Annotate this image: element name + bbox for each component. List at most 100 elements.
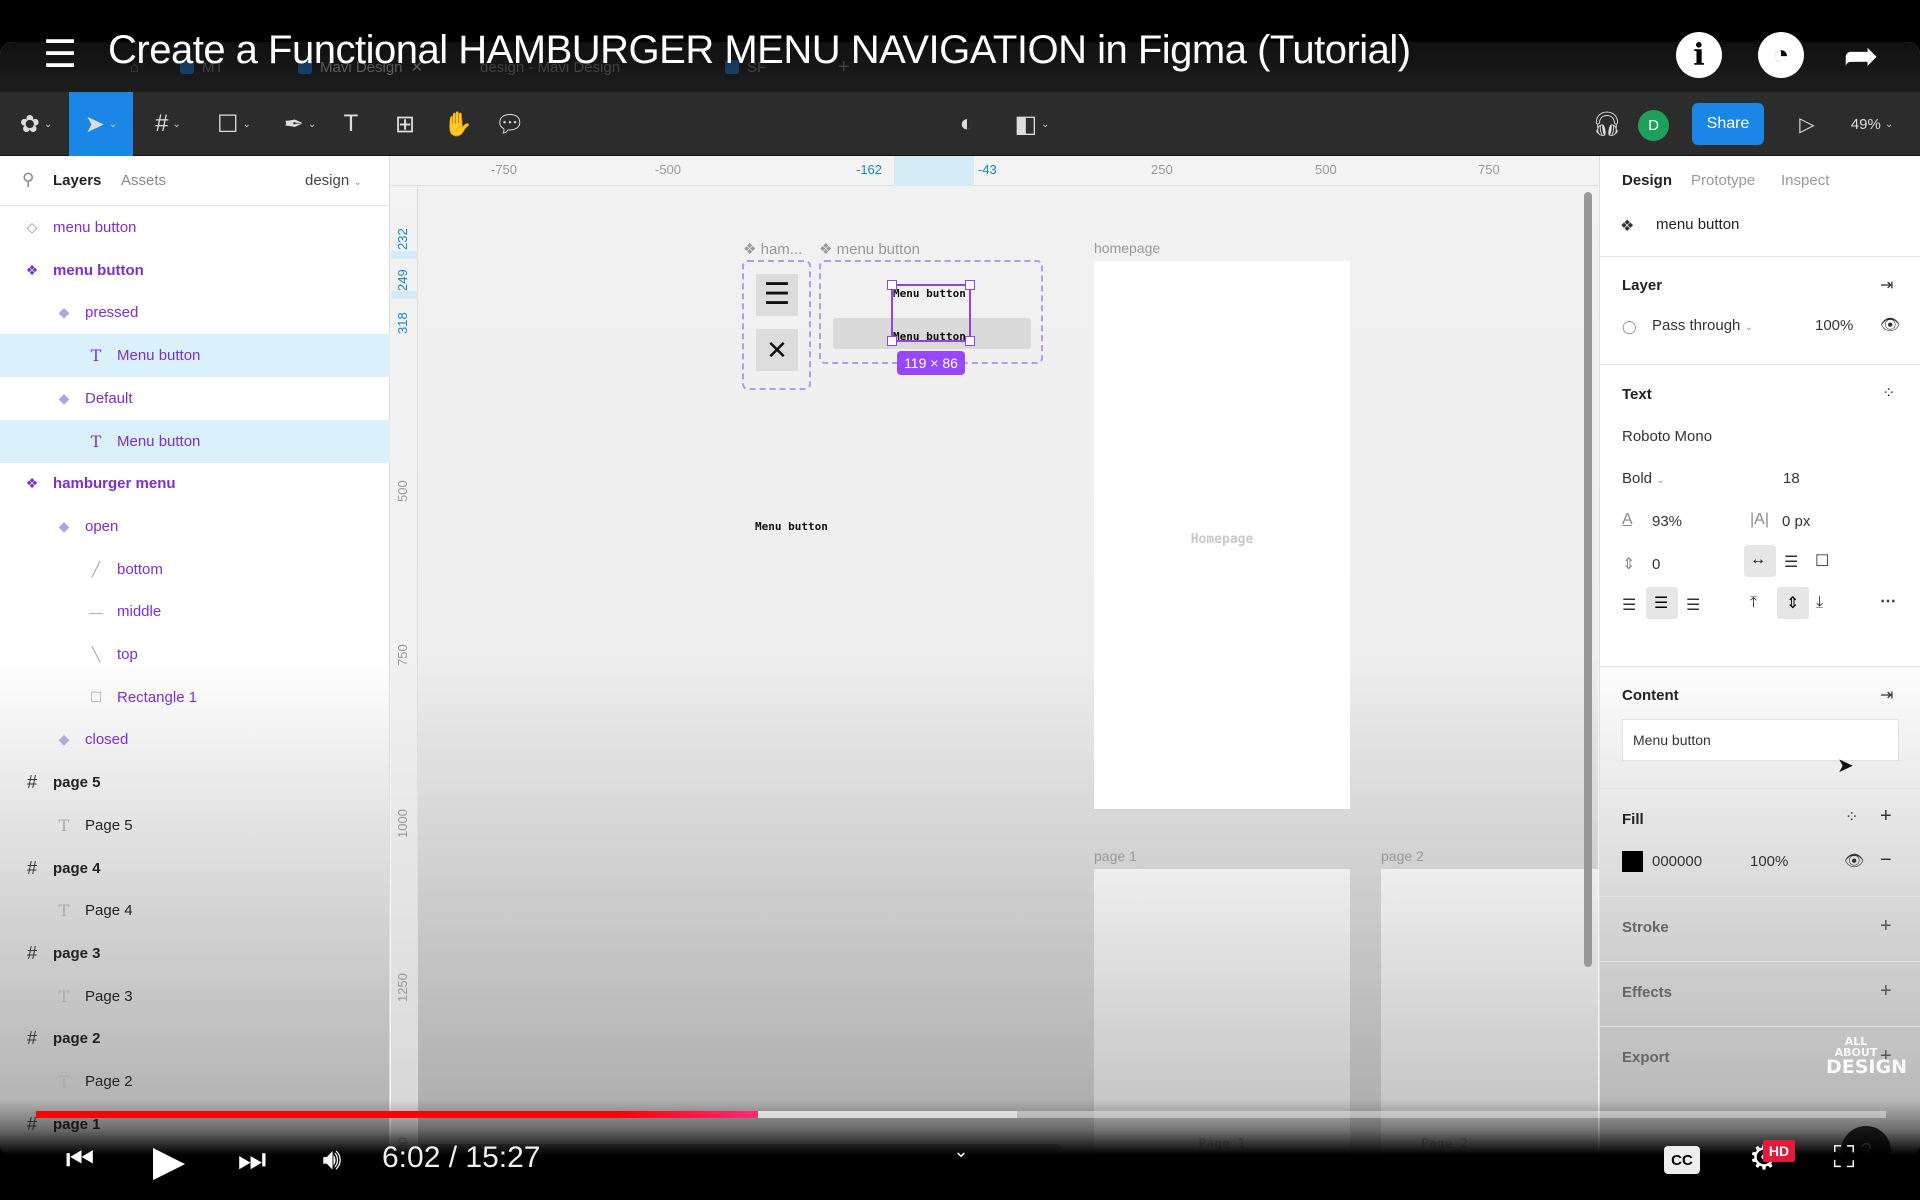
captions-button[interactable]: CC (1664, 1146, 1700, 1174)
volume-icon[interactable]: 🔊︎ (312, 1140, 352, 1180)
bind-variable-icon[interactable]: ⇥ (1880, 685, 1893, 705)
page-selector[interactable]: design ⌄ (305, 172, 362, 189)
rectangle-tool[interactable]: ☐ ⌄ (208, 92, 260, 156)
align-top-icon[interactable]: ⤒ (1750, 594, 1757, 612)
layer-row[interactable]: T Page 4 (0, 889, 390, 932)
add-fill-icon[interactable]: + (1880, 805, 1892, 828)
playlist-icon[interactable]: ☰ (38, 34, 82, 76)
eye-icon[interactable]: 👁︎ (1880, 315, 1900, 335)
boolean-group-button[interactable]: ◧ ⌄ (1008, 92, 1056, 156)
pen-tool[interactable]: ✒ ⌄ (274, 92, 326, 156)
layer-row[interactable]: T Page 2 (0, 1060, 390, 1103)
layer-row[interactable]: — middle (0, 590, 390, 633)
tab-layers[interactable]: Layers (53, 172, 101, 189)
line-height-input[interactable]: 93% (1652, 513, 1682, 530)
layer-row[interactable]: T Page 5 (0, 804, 390, 847)
layer-row[interactable]: T Page 3 (0, 975, 390, 1018)
layer-row[interactable]: # page 3 (0, 932, 390, 975)
layer-row[interactable]: # page 2 (0, 1017, 390, 1060)
layer-row[interactable]: T Menu button (0, 419, 390, 463)
layer-row[interactable]: ☐ Rectangle 1 (0, 676, 390, 719)
play-button-icon[interactable]: ▶ (145, 1136, 193, 1184)
search-icon[interactable]: ⚲ (22, 170, 34, 190)
letter-spacing-input[interactable]: 0 px (1782, 513, 1810, 530)
hamburger-open-variant[interactable]: ☰ (756, 274, 798, 316)
text-tool[interactable]: T (336, 92, 366, 156)
fill-color-swatch[interactable] (1622, 851, 1643, 872)
font-weight-dropdown[interactable]: Bold ⌄ (1622, 470, 1665, 487)
share-button[interactable]: Share (1692, 103, 1764, 145)
video-progress-bar[interactable] (36, 1111, 1886, 1118)
resize-handle[interactable] (887, 280, 897, 290)
blend-mode-dropdown[interactable]: Pass through ⌄ (1652, 317, 1753, 334)
menu-button-component-label[interactable]: ❖ menu button (819, 240, 920, 258)
vertical-scrollbar[interactable] (1584, 192, 1592, 967)
text-styles-grid-icon[interactable]: ⁘ (1882, 383, 1895, 403)
video-title[interactable]: Create a Functional HAMBURGER MENU NAVIG… (108, 28, 1411, 73)
hamburger-component-set[interactable]: ☰ ✕ (742, 260, 811, 390)
tab-assets[interactable]: Assets (121, 172, 166, 189)
align-center-toggle[interactable]: ☰ (1646, 587, 1678, 619)
content-text-input[interactable]: Menu button (1622, 719, 1899, 761)
add-effect-icon[interactable]: + (1880, 980, 1892, 1003)
frame-tool[interactable]: # ⌄ (142, 92, 194, 156)
homepage-frame[interactable]: Homepage (1094, 261, 1350, 809)
move-tool[interactable]: ➤ ⌄ (69, 92, 133, 156)
layer-row[interactable]: # page 5 (0, 761, 390, 804)
align-middle-toggle[interactable]: ⇕ (1777, 587, 1809, 619)
present-button[interactable]: ▷ (1792, 92, 1822, 156)
paragraph-spacing-input[interactable]: 0 (1652, 556, 1660, 573)
remove-fill-icon[interactable]: − (1880, 849, 1892, 872)
detach-variable-icon[interactable]: ⇥ (1880, 275, 1893, 295)
contrast-toggle[interactable]: ◐ (952, 92, 982, 156)
fill-hex-input[interactable]: 000000 (1652, 853, 1702, 870)
info-icon[interactable]: i (1676, 32, 1722, 78)
font-size-input[interactable]: 18 (1783, 470, 1800, 487)
avatar[interactable]: D (1638, 110, 1669, 141)
tab-prototype[interactable]: Prototype (1691, 172, 1755, 189)
layer-row[interactable]: ❖ menu button (0, 249, 390, 292)
audio-button[interactable]: 🎧︎ (1592, 92, 1622, 156)
hamburger-component-label[interactable]: ❖ ham... (743, 240, 802, 258)
fill-styles-grid-icon[interactable]: ⁘ (1845, 807, 1858, 827)
next-video-icon[interactable]: ⏭ (232, 1140, 272, 1180)
eye-icon[interactable]: 👁︎ (1844, 851, 1864, 871)
layer-row[interactable]: ◇ menu button (0, 206, 390, 249)
layer-row[interactable]: ◆ Default (0, 377, 390, 420)
loose-text-layer[interactable]: Menu button (755, 520, 828, 533)
hand-tool[interactable]: ✋ (443, 92, 473, 156)
fill-opacity-input[interactable]: 100% (1750, 853, 1788, 870)
previous-video-icon[interactable]: ⏮ (60, 1140, 100, 1180)
homepage-frame-label[interactable]: homepage (1094, 240, 1160, 256)
tab-inspect[interactable]: Inspect (1781, 172, 1829, 189)
more-options-icon[interactable]: ⋯ (1880, 591, 1896, 611)
layer-row[interactable]: ◆ pressed (0, 291, 390, 334)
canvas[interactable]: -750 -500 -162 -43 250 500 750 232 249 3… (391, 156, 1598, 1157)
page2-frame-label[interactable]: page 2 (1381, 848, 1424, 864)
tab-design[interactable]: Design (1622, 172, 1672, 189)
layer-row[interactable]: # page 4 (0, 847, 390, 890)
resize-handle[interactable] (965, 336, 975, 346)
chevron-down-icon[interactable]: ⌄ (946, 1136, 976, 1166)
exit-fullscreen-icon[interactable]: ⛶ (1824, 1138, 1864, 1178)
resources-tool[interactable]: ⊞ (390, 92, 420, 156)
comment-tool[interactable]: 💬︎ (495, 92, 525, 156)
layer-row[interactable]: T Menu button (0, 334, 390, 378)
layer-row[interactable]: ╱ bottom (0, 548, 390, 591)
resize-handle[interactable] (965, 280, 975, 290)
layer-row[interactable]: ╲ top (0, 633, 390, 676)
page1-frame-label[interactable]: page 1 (1094, 848, 1137, 864)
share-arrow-icon[interactable]: ➦ (1836, 30, 1886, 80)
align-bottom-icon[interactable]: ⤓ (1816, 594, 1823, 612)
layer-row[interactable]: ❖ hamburger menu (0, 462, 390, 505)
watch-later-clock-icon[interactable]: ◔ (1758, 32, 1804, 78)
layer-row[interactable]: ◆ open (0, 505, 390, 548)
align-right-icon[interactable]: ☰ (1686, 595, 1700, 615)
zoom-dropdown[interactable]: 49% ⌄ (1840, 92, 1904, 156)
channel-watermark[interactable]: ALL ABOUT DESIGN (1826, 1036, 1907, 1077)
selection-box[interactable]: Menu button Menu button (887, 280, 975, 346)
align-left-icon[interactable]: ☰ (1622, 595, 1636, 615)
resize-handle[interactable] (887, 336, 897, 346)
fixed-size-icon[interactable]: ☐ (1815, 551, 1829, 571)
layer-row[interactable]: ◆ closed (0, 718, 390, 761)
